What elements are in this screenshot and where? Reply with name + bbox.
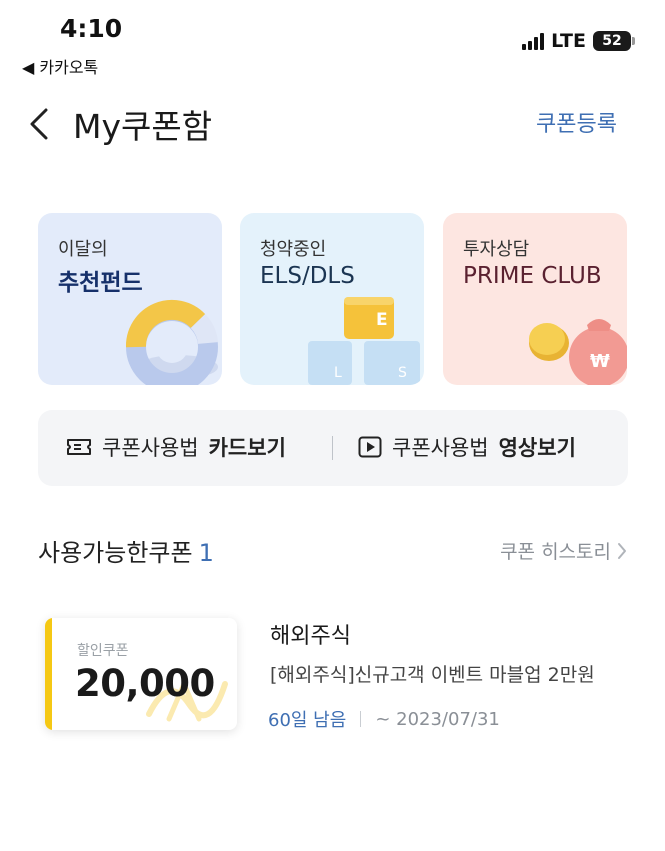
ticket-icon [67,439,91,455]
block-letter-s: S [398,365,407,381]
card-title: 추천펀드 [58,270,143,296]
block-letter-e: E [376,310,388,330]
card-title: PRIME CLUB [463,263,602,289]
card-subtitle: 청약중인 [260,239,327,260]
status-time: 4:10 [60,14,123,43]
coupon-type: 할인쿠폰 [77,643,129,659]
coupon-register-link[interactable]: 쿠폰등록 [536,106,617,138]
network-label: LTE [551,30,586,52]
block-letter-l: L [334,365,342,381]
video-guide-button[interactable]: 쿠폰사용법 영상보기 [358,432,576,462]
money-bag-icon: ₩ [529,319,627,385]
days-left: 60일 남음 [268,710,347,731]
play-icon [358,436,382,458]
card-guide-button[interactable]: 쿠폰사용법 카드보기 [66,432,286,462]
expiry-date: ~ 2023/07/31 [375,708,500,730]
meta-divider [360,711,362,727]
coupon-count: 1 [198,539,214,567]
coupon-ticket[interactable]: 할인쿠폰 20,000 [45,618,237,730]
status-indicators: LTE 52 [522,30,635,52]
back-to-app-link[interactable]: ◀ 카카오톡 [22,54,98,78]
donut-chart-icon [126,299,218,385]
els-dls-card[interactable]: 청약중인 ELS/DLS E L S [240,213,424,385]
coupon-meta: 60일 남음 ~ 2023/07/31 [268,706,500,732]
usage-guide-bar: 쿠폰사용법 카드보기 쿠폰사용법 영상보기 [38,410,628,486]
prime-club-card[interactable]: 투자상담 PRIME CLUB ₩ [443,213,627,385]
available-coupons-heading: 사용가능한쿠폰 1 [38,533,214,568]
back-button[interactable] [26,106,56,142]
card-subtitle: 투자상담 [463,239,530,260]
els-blocks-icon: E L S [308,297,420,385]
coupon-name[interactable]: 해외주식 [270,618,351,650]
coupon-stripe [45,618,52,730]
chevron-right-icon [618,542,626,559]
page-title: My쿠폰함 [73,107,213,146]
video-guide-label: 쿠폰사용법 [392,436,489,460]
card-guide-bold-label: 카드보기 [208,436,286,460]
guide-divider [332,436,333,460]
coupon-history-link[interactable]: 쿠폰 히스토리 [500,537,627,564]
signal-icon [522,32,545,50]
coupon-description: [해외주식]신규고객 이벤트 마블업 2만원 [270,664,595,686]
video-guide-bold-label: 영상보기 [498,436,576,460]
recommended-fund-card[interactable]: 이달의 추천펀드 [38,213,222,385]
card-title: ELS/DLS [260,263,355,289]
card-subtitle: 이달의 [58,239,108,260]
battery-icon: 52 [593,31,635,51]
history-link-label: 쿠폰 히스토리 [500,541,611,563]
section-title-text: 사용가능한쿠폰 [38,539,193,567]
coupon-amount: 20,000 [75,662,215,705]
chevron-left-icon [30,108,48,140]
bag-currency-symbol: ₩ [590,351,610,372]
card-guide-label: 쿠폰사용법 [102,436,199,460]
